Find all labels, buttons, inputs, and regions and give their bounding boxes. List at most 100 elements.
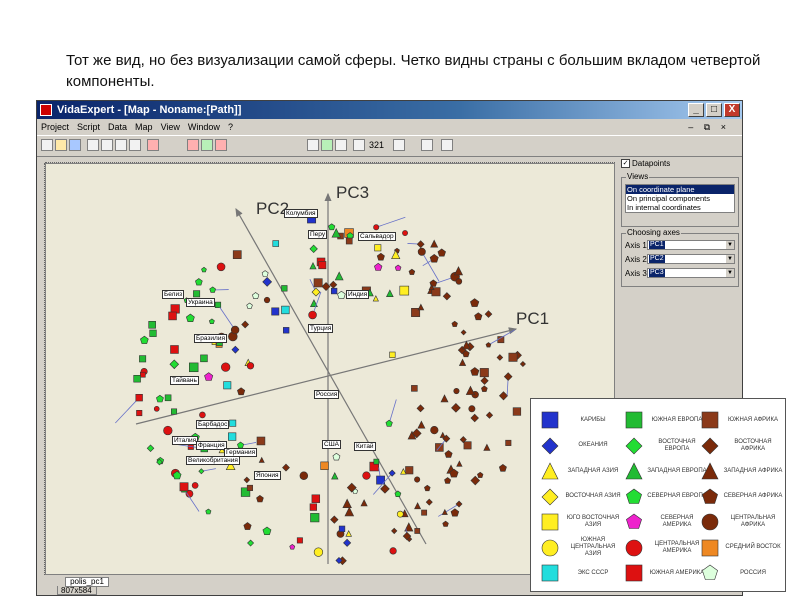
data-point-marker[interactable]: [263, 296, 271, 304]
data-point-marker[interactable]: [481, 385, 488, 392]
pin-icon[interactable]: [215, 139, 227, 151]
data-point-marker[interactable]: [485, 342, 492, 348]
data-point-marker[interactable]: [444, 477, 452, 484]
open-folder-icon[interactable]: [55, 139, 67, 151]
data-point-marker[interactable]: [208, 318, 215, 324]
data-point-marker[interactable]: [189, 362, 199, 373]
data-point-marker[interactable]: [437, 248, 446, 257]
chart-icon[interactable]: [187, 139, 199, 151]
data-point-marker[interactable]: [372, 295, 379, 302]
data-point-marker[interactable]: [252, 292, 260, 299]
data-point-marker[interactable]: [313, 278, 323, 288]
data-point-marker[interactable]: [148, 321, 156, 329]
data-point-marker[interactable]: [216, 262, 226, 272]
data-point-marker[interactable]: [199, 411, 206, 419]
data-point-marker[interactable]: [441, 508, 448, 515]
data-point-marker[interactable]: [179, 482, 189, 492]
data-point-marker[interactable]: [394, 264, 402, 271]
data-point-marker[interactable]: [373, 224, 380, 231]
data-point-marker[interactable]: [262, 526, 272, 535]
data-point-marker[interactable]: [237, 387, 246, 396]
arrow-right-icon[interactable]: [441, 139, 453, 151]
data-point-marker[interactable]: [444, 450, 453, 458]
data-point-marker[interactable]: [374, 262, 383, 271]
save-icon[interactable]: [69, 139, 81, 151]
data-point-marker[interactable]: [414, 476, 421, 483]
data-point-marker[interactable]: [456, 460, 463, 467]
data-point-marker[interactable]: [201, 266, 207, 273]
data-point-marker[interactable]: [247, 539, 255, 547]
data-point-marker[interactable]: [221, 362, 231, 372]
data-point-marker[interactable]: [309, 503, 317, 511]
data-point-marker[interactable]: [417, 247, 426, 256]
data-point-marker[interactable]: [402, 230, 408, 236]
view-option-coordinate-plane[interactable]: On coordinate plane: [626, 185, 734, 194]
data-point-marker[interactable]: [342, 498, 352, 509]
data-point-marker[interactable]: [389, 351, 396, 358]
data-point-marker[interactable]: [470, 367, 480, 376]
data-point-marker[interactable]: [373, 458, 380, 465]
data-point-marker[interactable]: [246, 302, 253, 309]
data-point-marker[interactable]: [442, 520, 449, 527]
data-point-marker[interactable]: [133, 375, 141, 383]
data-point-marker[interactable]: [480, 376, 489, 385]
data-point-marker[interactable]: [299, 471, 309, 480]
data-point-marker[interactable]: [329, 280, 338, 289]
grid-view-icon[interactable]: [87, 139, 99, 151]
data-point-marker[interactable]: [311, 287, 321, 297]
data-point-marker[interactable]: [313, 547, 324, 557]
data-point-marker[interactable]: [389, 547, 397, 555]
data-point-marker[interactable]: [451, 320, 458, 327]
data-point-marker[interactable]: [416, 404, 425, 413]
data-point-marker[interactable]: [417, 303, 425, 311]
data-point-marker[interactable]: [503, 372, 513, 381]
data-point-marker[interactable]: [153, 406, 160, 412]
data-point-marker[interactable]: [425, 498, 433, 506]
close-button[interactable]: X: [724, 103, 740, 117]
rotate-icon[interactable]: [321, 139, 333, 151]
data-point-marker[interactable]: [483, 443, 491, 451]
menu-help[interactable]: ?: [228, 119, 233, 135]
data-point-marker[interactable]: [318, 261, 327, 270]
menu-data[interactable]: Data: [108, 119, 127, 135]
data-point-marker[interactable]: [193, 290, 201, 298]
data-point-marker[interactable]: [477, 471, 484, 478]
data-point-marker[interactable]: [474, 312, 483, 321]
data-point-marker[interactable]: [272, 240, 280, 247]
data-point-marker[interactable]: [205, 508, 212, 515]
data-point-marker[interactable]: [334, 271, 344, 281]
axis-2-select[interactable]: PC2 ▼: [647, 254, 735, 264]
data-point-marker[interactable]: [421, 509, 428, 516]
data-point-marker[interactable]: [453, 266, 464, 276]
data-point-marker[interactable]: [246, 362, 255, 370]
data-point-marker[interactable]: [330, 515, 339, 524]
data-point-marker[interactable]: [479, 368, 489, 378]
data-point-marker[interactable]: [512, 407, 522, 416]
data-point-marker[interactable]: [262, 276, 273, 287]
mdi-controls[interactable]: – ⧉ ×: [688, 119, 730, 135]
data-point-marker[interactable]: [243, 476, 251, 484]
columns-icon[interactable]: [115, 139, 127, 151]
data-point-marker[interactable]: [470, 413, 479, 423]
data-point-marker[interactable]: [508, 352, 518, 362]
data-point-marker[interactable]: [484, 310, 493, 318]
data-point-marker[interactable]: [136, 410, 143, 417]
eraser-icon[interactable]: [147, 139, 159, 151]
data-point-marker[interactable]: [195, 278, 203, 286]
data-point-marker[interactable]: [232, 250, 242, 259]
data-point-marker[interactable]: [258, 456, 265, 463]
data-point-marker[interactable]: [465, 385, 476, 395]
data-point-marker[interactable]: [345, 237, 353, 245]
data-point-marker[interactable]: [198, 468, 205, 475]
data-point-marker[interactable]: [460, 329, 467, 336]
data-point-marker[interactable]: [170, 345, 179, 354]
data-point-marker[interactable]: [185, 313, 195, 322]
data-point-marker[interactable]: [451, 402, 461, 413]
data-point-marker[interactable]: [191, 482, 199, 489]
data-point-marker[interactable]: [321, 282, 331, 291]
dropdown-arrow-icon[interactable]: ▼: [726, 241, 734, 249]
data-point-marker[interactable]: [296, 537, 303, 544]
data-point-marker[interactable]: [246, 484, 253, 491]
data-point-marker[interactable]: [485, 411, 494, 419]
data-point-marker[interactable]: [214, 301, 222, 308]
